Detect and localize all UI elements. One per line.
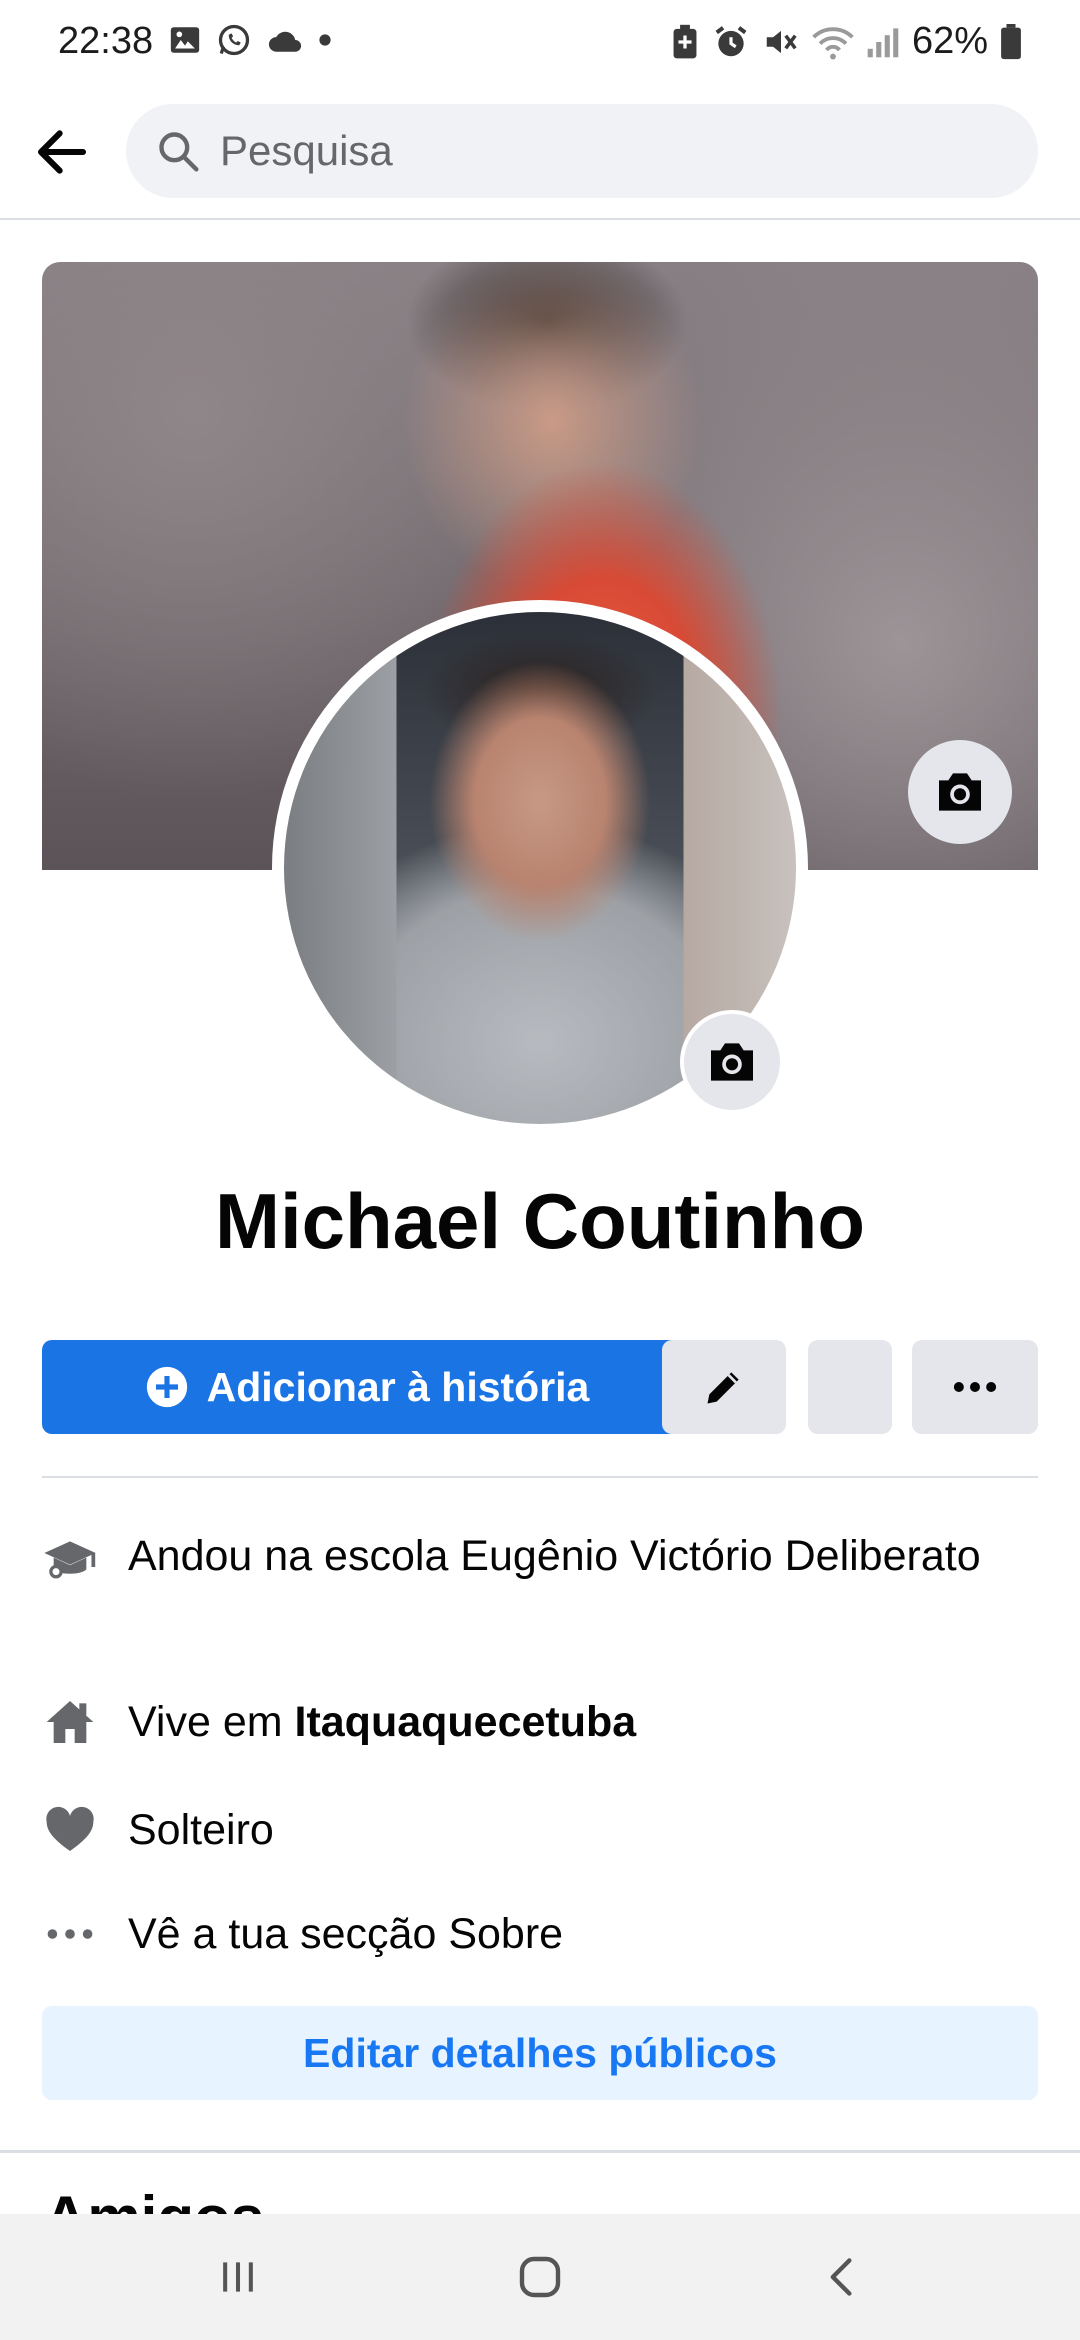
pencil-icon (707, 1372, 739, 1404)
edit-cover-button[interactable] (908, 740, 1012, 844)
profile-name: Michael Coutinho (215, 1177, 865, 1265)
status-left-icons (168, 22, 332, 58)
about-link-text: Vê a tua secção Sobre (128, 1910, 564, 1958)
status-bar: 22:38 62% (0, 0, 1080, 84)
system-nav-bar (0, 2214, 1080, 2340)
home-nav-icon (519, 2256, 561, 2298)
plus-circle-icon (146, 1366, 187, 1408)
recent-apps-icon (223, 2262, 253, 2292)
home-button[interactable] (500, 2242, 580, 2312)
home-icon (42, 1694, 98, 1750)
cloud-icon (268, 31, 302, 52)
add-story-button[interactable]: Adicionar à história (42, 1340, 692, 1434)
search-input[interactable]: Pesquisa (126, 104, 1038, 198)
edit-public-details-button[interactable]: Editar detalhes públicos (42, 2006, 1038, 2100)
back-arrow-icon (37, 130, 87, 174)
detail-lives-in: Vive em Itaquaquecetuba (42, 1694, 1038, 1751)
heart-icon (42, 1802, 98, 1858)
section-separator (0, 2150, 1080, 2153)
status-right-icons: 62% (670, 20, 1022, 63)
divider (42, 1476, 1038, 1478)
battery-saver-icon (673, 24, 697, 58)
dot-icon (319, 34, 331, 46)
search-placeholder: Pesquisa (220, 127, 393, 174)
battery-percent: 62% (911, 20, 988, 62)
more-dots-icon (42, 1906, 98, 1962)
add-story-label: Adicionar à história (206, 1363, 590, 1410)
detail-about-link[interactable]: Vê a tua secção Sobre (42, 1906, 1038, 1963)
school-text: Andou na escola Eugênio Victório Deliber… (128, 1532, 981, 1580)
mute-icon (766, 30, 797, 53)
more-icon (953, 1382, 997, 1392)
battery-icon (1001, 23, 1021, 59)
search-header: Pesquisa (0, 84, 1080, 220)
back-nav-button[interactable] (802, 2242, 882, 2312)
lives-in-text: Vive em Itaquaquecetuba (128, 1694, 636, 1751)
status-time: 22:38 (58, 20, 154, 62)
relationship-text: Solteiro (128, 1806, 274, 1854)
detail-school: Andou na escola Eugênio Victório Deliber… (42, 1528, 1038, 1588)
detail-relationship: Solteiro (42, 1802, 1038, 1859)
back-nav-icon (830, 2258, 852, 2296)
lives-in-city[interactable]: Itaquaquecetuba (295, 1698, 637, 1746)
more-options-button[interactable] (912, 1340, 1038, 1434)
back-button[interactable] (30, 120, 94, 184)
edit-profile-button[interactable] (662, 1340, 786, 1434)
gallery-icon (170, 27, 200, 53)
signal-icon (867, 27, 899, 57)
blank-action-button[interactable] (808, 1340, 892, 1434)
wifi-icon (812, 26, 854, 59)
camera-icon (939, 773, 981, 811)
alarm-icon (715, 25, 747, 56)
edit-public-details-label: Editar detalhes públicos (303, 2029, 777, 2076)
friends-section-title: Amigos (44, 2188, 264, 2216)
search-icon (159, 132, 199, 172)
edit-avatar-button[interactable] (680, 1010, 784, 1114)
camera-icon (711, 1043, 753, 1081)
graduation-cap-icon (42, 1532, 98, 1588)
whatsapp-icon (218, 24, 250, 56)
lives-in-prefix: Vive em (128, 1698, 295, 1746)
recent-apps-button[interactable] (198, 2242, 278, 2312)
